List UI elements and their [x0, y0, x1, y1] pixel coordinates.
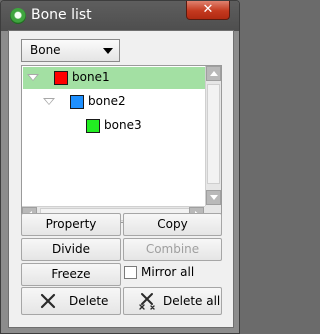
bone-tree[interactable]: bone1 bone2 bone3	[21, 65, 222, 223]
type-dropdown[interactable]: Bone	[21, 39, 120, 62]
tree-item-label: bone1	[72, 70, 110, 84]
expand-arrow-icon[interactable]	[43, 98, 55, 105]
close-button[interactable]: ✕	[186, 1, 230, 20]
mirror-all-checkbox[interactable]: Mirror all	[124, 263, 226, 283]
bone-list-window: Bone list ✕ Bone bone1 bone2 bone3 Prope…	[0, 0, 240, 334]
delete-button[interactable]: Delete	[21, 287, 121, 315]
window-title: Bone list	[31, 7, 92, 23]
color-swatch	[70, 95, 84, 109]
tree-item-label: bone2	[88, 94, 126, 108]
divide-button[interactable]: Divide	[21, 238, 121, 261]
arrow-up-icon	[210, 71, 218, 76]
close-icon: ✕	[202, 2, 214, 17]
delete-label: Delete	[69, 294, 109, 308]
mirror-all-label: Mirror all	[141, 265, 195, 279]
tree-item-bone2[interactable]: bone2	[23, 91, 205, 113]
tree-item-bone3[interactable]: bone3	[23, 115, 205, 137]
client-area: Bone bone1 bone2 bone3 Property Copy Div…	[8, 30, 234, 328]
expand-arrow-icon[interactable]	[27, 74, 39, 81]
color-swatch	[86, 119, 100, 133]
delete-all-label: Delete all	[163, 294, 221, 308]
property-button[interactable]: Property	[21, 213, 121, 236]
combine-button[interactable]: Combine	[123, 238, 222, 261]
scroll-down-button[interactable]	[206, 190, 221, 205]
x-icon	[40, 293, 56, 309]
copy-button[interactable]: Copy	[123, 213, 222, 236]
scroll-up-button[interactable]	[206, 66, 221, 81]
tree-item-label: bone3	[104, 118, 142, 132]
delete-all-button[interactable]: Delete all	[123, 287, 222, 315]
multi-x-icon	[139, 293, 155, 310]
app-icon	[10, 8, 26, 24]
freeze-button[interactable]: Freeze	[21, 263, 121, 286]
vertical-scrollbar[interactable]	[205, 66, 221, 206]
chevron-down-icon	[103, 48, 113, 54]
arrow-down-icon	[210, 195, 218, 200]
tree-item-bone1[interactable]: bone1	[23, 67, 205, 89]
title-bar[interactable]: Bone list ✕	[1, 1, 239, 31]
vertical-scroll-thumb[interactable]	[207, 84, 220, 184]
type-dropdown-value: Bone	[30, 43, 61, 57]
color-swatch	[54, 71, 68, 85]
checkbox-box[interactable]	[124, 266, 137, 279]
